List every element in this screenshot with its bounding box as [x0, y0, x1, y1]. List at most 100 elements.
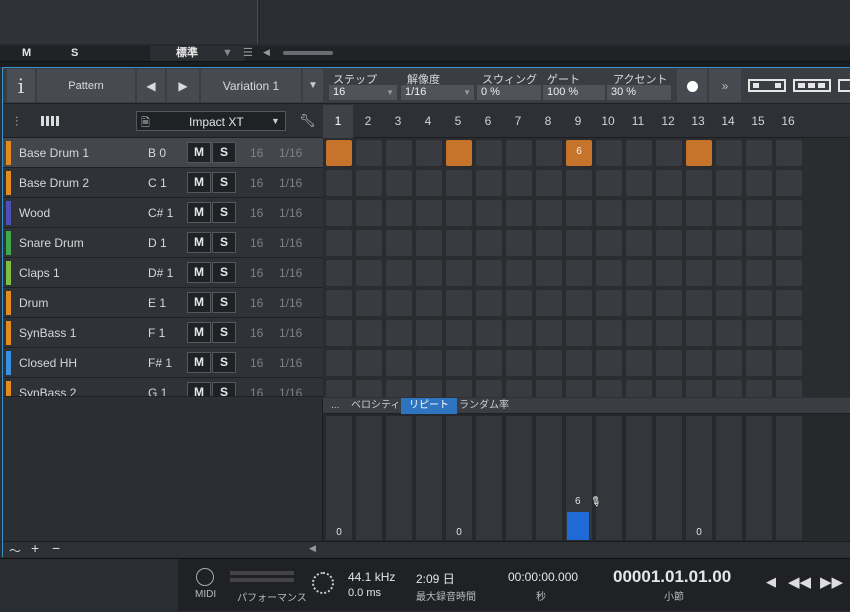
step-cell[interactable]: [716, 380, 742, 397]
step-cell[interactable]: [566, 290, 592, 316]
step-cell[interactable]: [356, 380, 382, 397]
step-cell[interactable]: [356, 320, 382, 346]
step-cell[interactable]: [776, 380, 802, 397]
step-cell[interactable]: [686, 350, 712, 376]
step-cell[interactable]: [536, 230, 562, 256]
step-cell[interactable]: [686, 140, 712, 166]
repeat-lane-column[interactable]: [416, 416, 442, 540]
repeat-lane-column[interactable]: [656, 416, 682, 540]
row-resolution[interactable]: 1/16: [279, 176, 302, 190]
row-step-count[interactable]: 16: [250, 386, 263, 396]
step-cell[interactable]: [566, 320, 592, 346]
step-field[interactable]: 16 ▼: [329, 85, 397, 100]
step-cell[interactable]: [356, 200, 382, 226]
instrument-row[interactable]: Drum E 1 M S 16 1/16: [3, 288, 323, 318]
row-step-count[interactable]: 16: [250, 266, 263, 280]
instrument-row[interactable]: Closed HH F# 1 M S 16 1/16: [3, 348, 323, 378]
step-cell[interactable]: [386, 260, 412, 286]
solo-button[interactable]: S: [212, 292, 236, 313]
row-resolution[interactable]: 1/16: [279, 296, 302, 310]
step-cell[interactable]: [506, 290, 532, 316]
fast-forward-button[interactable]: ▶▶: [820, 573, 843, 591]
step-cell[interactable]: [566, 200, 592, 226]
step-cell[interactable]: [656, 290, 682, 316]
expand-button[interactable]: »: [709, 69, 741, 102]
step-cell[interactable]: [356, 230, 382, 256]
step-cell[interactable]: [506, 230, 532, 256]
step-cell[interactable]: [356, 290, 382, 316]
repeat-lane-column[interactable]: 0: [686, 416, 712, 540]
step-cell[interactable]: [446, 260, 472, 286]
add-lane-button[interactable]: +: [31, 540, 39, 556]
step-cell[interactable]: [386, 200, 412, 226]
repeat-lane-column[interactable]: [476, 416, 502, 540]
step-cell[interactable]: [326, 200, 352, 226]
remove-lane-button[interactable]: −: [52, 540, 60, 556]
step-cell[interactable]: [416, 380, 442, 397]
step-cell[interactable]: [506, 170, 532, 196]
step-cell[interactable]: [356, 140, 382, 166]
step-cell[interactable]: [776, 230, 802, 256]
view-mode-2-button[interactable]: [793, 79, 831, 92]
step-cell[interactable]: [686, 230, 712, 256]
step-cell[interactable]: [326, 170, 352, 196]
return-to-start-button[interactable]: ◀: [766, 574, 776, 590]
step-cell[interactable]: [476, 260, 502, 286]
solo-button[interactable]: S: [212, 322, 236, 343]
step-cell[interactable]: [596, 290, 622, 316]
view-mode-1-button[interactable]: [748, 79, 786, 92]
align-icon[interactable]: ⫶: [15, 114, 18, 130]
record-button[interactable]: [677, 69, 707, 102]
row-step-count[interactable]: 16: [250, 236, 263, 250]
view-mode-3-button[interactable]: [838, 79, 850, 92]
step-cell[interactable]: [536, 260, 562, 286]
step-cell[interactable]: [386, 230, 412, 256]
list-icon[interactable]: ☰: [243, 46, 253, 59]
step-cell[interactable]: [746, 200, 772, 226]
step-cell[interactable]: [776, 320, 802, 346]
step-cell[interactable]: [446, 140, 472, 166]
step-cell[interactable]: [386, 350, 412, 376]
grid-view-icon[interactable]: [41, 116, 61, 126]
instrument-row[interactable]: Base Drum 1 B 0 M S 16 1/16: [3, 138, 323, 168]
step-cell[interactable]: [476, 350, 502, 376]
step-cell[interactable]: [686, 290, 712, 316]
instrument-select[interactable]: 🗎 Impact XT ▼: [136, 111, 286, 131]
step-cell[interactable]: [536, 170, 562, 196]
solo-button[interactable]: S: [212, 352, 236, 373]
step-cell[interactable]: [476, 380, 502, 397]
step-cell[interactable]: [416, 290, 442, 316]
step-cell[interactable]: [416, 200, 442, 226]
row-step-count[interactable]: 16: [250, 296, 263, 310]
info-button[interactable]: i: [7, 69, 35, 102]
step-cell[interactable]: [686, 200, 712, 226]
step-cell[interactable]: [326, 290, 352, 316]
pattern-button[interactable]: Pattern: [37, 69, 135, 102]
step-cell[interactable]: [626, 260, 652, 286]
repeat-lane-column[interactable]: [596, 416, 622, 540]
step-cell[interactable]: [596, 200, 622, 226]
step-cell[interactable]: [536, 290, 562, 316]
mute-button[interactable]: M: [187, 262, 211, 283]
step-cell[interactable]: [656, 320, 682, 346]
step-cell[interactable]: [746, 260, 772, 286]
step-cell[interactable]: [386, 320, 412, 346]
step-cell[interactable]: [356, 260, 382, 286]
step-cell[interactable]: [476, 230, 502, 256]
step-cell[interactable]: [716, 140, 742, 166]
row-resolution[interactable]: 1/16: [279, 326, 302, 340]
step-cell[interactable]: [326, 140, 352, 166]
step-cell[interactable]: [596, 170, 622, 196]
step-cell[interactable]: [746, 230, 772, 256]
mute-button[interactable]: M: [187, 232, 211, 253]
step-cell[interactable]: [596, 350, 622, 376]
row-step-count[interactable]: 16: [250, 206, 263, 220]
variation-select[interactable]: Variation 1: [201, 69, 301, 102]
step-cell[interactable]: [716, 200, 742, 226]
step-cell[interactable]: [626, 140, 652, 166]
mute-all-button[interactable]: M: [22, 47, 31, 59]
step-cell[interactable]: [566, 350, 592, 376]
repeat-lane-column[interactable]: [536, 416, 562, 540]
step-cell[interactable]: [446, 380, 472, 397]
row-resolution[interactable]: 1/16: [279, 356, 302, 370]
